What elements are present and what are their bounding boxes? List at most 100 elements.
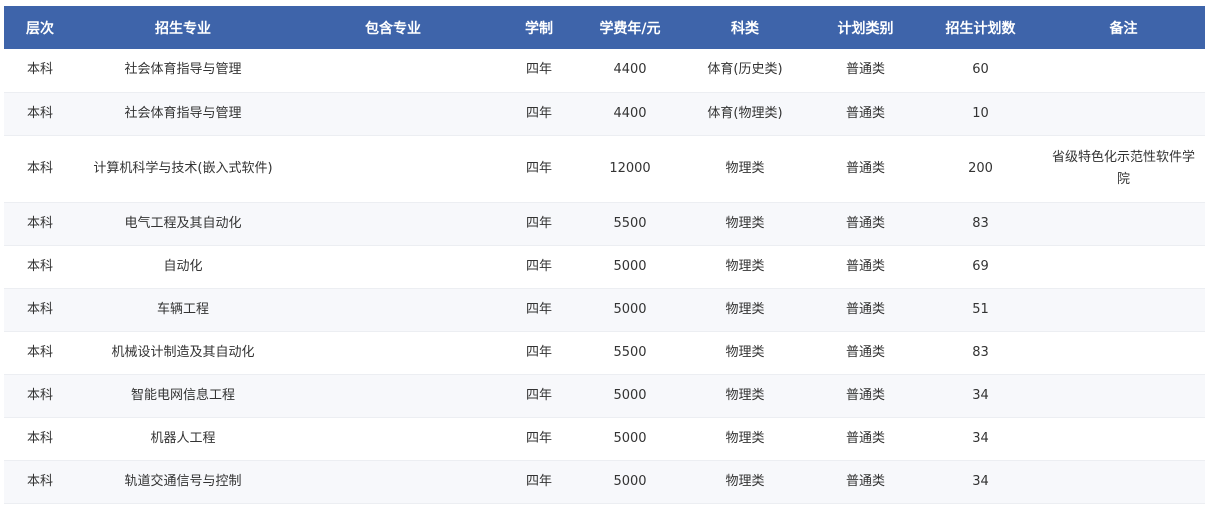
header-plan-count: 招生计划数: [919, 6, 1042, 49]
table-row: 本科 电气工程及其自动化 四年 5500 物理类 普通类 83: [4, 202, 1205, 246]
cell-level: 本科: [4, 92, 76, 136]
cell-note: 省级特色化示范性软件学院: [1042, 135, 1205, 203]
cell-category: 物理类: [678, 374, 812, 418]
cell-major: 计算机科学与技术(嵌入式软件): [76, 135, 290, 203]
header-major: 招生专业: [76, 6, 290, 49]
cell-included: [290, 331, 496, 375]
cell-plan-type: 普通类: [812, 49, 919, 93]
cell-level: 本科: [4, 374, 76, 418]
table-header-row: 层次 招生专业 包含专业 学制 学费年/元 科类 计划类别 招生计划数 备注: [4, 6, 1205, 49]
header-plan-type: 计划类别: [812, 6, 919, 49]
cell-note: [1042, 374, 1205, 418]
cell-duration: 四年: [496, 460, 582, 504]
cell-included: [290, 92, 496, 136]
cell-plan-type: 普通类: [812, 460, 919, 504]
cell-category: 物理类: [678, 245, 812, 289]
cell-plan-count: 51: [919, 288, 1042, 332]
cell-major: 机器人工程: [76, 417, 290, 461]
table-row: 本科 机械设计制造及其自动化 四年 5500 物理类 普通类 83: [4, 331, 1205, 375]
header-tuition: 学费年/元: [582, 6, 678, 49]
cell-note: [1042, 460, 1205, 504]
cell-fee: 4400: [582, 92, 678, 136]
table-row: 本科 机器人工程 四年 5000 物理类 普通类 34: [4, 417, 1205, 461]
cell-category: 物理类: [678, 288, 812, 332]
cell-plan-type: 普通类: [812, 417, 919, 461]
header-level: 层次: [4, 6, 76, 49]
cell-level: 本科: [4, 460, 76, 504]
cell-duration: 四年: [496, 417, 582, 461]
cell-plan-count: 34: [919, 460, 1042, 504]
cell-plan-type: 普通类: [812, 135, 919, 203]
table-row: 本科 自动化 四年 5000 物理类 普通类 69: [4, 245, 1205, 289]
cell-major: 自动化: [76, 245, 290, 289]
cell-fee: 5500: [582, 331, 678, 375]
cell-duration: 四年: [496, 49, 582, 93]
cell-duration: 四年: [496, 245, 582, 289]
cell-plan-type: 普通类: [812, 245, 919, 289]
header-note: 备注: [1042, 6, 1205, 49]
cell-fee: 5000: [582, 460, 678, 504]
cell-plan-type: 普通类: [812, 331, 919, 375]
cell-major: 智能电网信息工程: [76, 374, 290, 418]
cell-level: 本科: [4, 245, 76, 289]
cell-duration: 四年: [496, 374, 582, 418]
cell-included: [290, 245, 496, 289]
cell-note: [1042, 245, 1205, 289]
cell-category: 物理类: [678, 202, 812, 246]
cell-duration: 四年: [496, 331, 582, 375]
cell-duration: 四年: [496, 288, 582, 332]
cell-plan-count: 200: [919, 135, 1042, 203]
header-duration: 学制: [496, 6, 582, 49]
cell-plan-count: 83: [919, 202, 1042, 246]
cell-level: 本科: [4, 288, 76, 332]
cell-fee: 5000: [582, 245, 678, 289]
cell-duration: 四年: [496, 92, 582, 136]
cell-major: 电气工程及其自动化: [76, 202, 290, 246]
cell-level: 本科: [4, 417, 76, 461]
table-row: 本科 轨道交通信号与控制 四年 5000 物理类 普通类 34: [4, 460, 1205, 504]
cell-level: 本科: [4, 49, 76, 93]
cell-plan-count: 69: [919, 245, 1042, 289]
cell-level: 本科: [4, 331, 76, 375]
header-category: 科类: [678, 6, 812, 49]
admission-plan-table-container: 层次 招生专业 包含专业 学制 学费年/元 科类 计划类别 招生计划数 备注 本…: [4, 6, 1205, 504]
cell-plan-type: 普通类: [812, 92, 919, 136]
header-included-majors: 包含专业: [290, 6, 496, 49]
cell-plan-count: 34: [919, 374, 1042, 418]
cell-included: [290, 288, 496, 332]
cell-major: 机械设计制造及其自动化: [76, 331, 290, 375]
cell-note: [1042, 331, 1205, 375]
cell-fee: 5000: [582, 374, 678, 418]
cell-plan-count: 34: [919, 417, 1042, 461]
cell-note: [1042, 202, 1205, 246]
cell-note: [1042, 92, 1205, 136]
cell-included: [290, 460, 496, 504]
cell-duration: 四年: [496, 202, 582, 246]
table-row: 本科 计算机科学与技术(嵌入式软件) 四年 12000 物理类 普通类 200 …: [4, 135, 1205, 203]
cell-note: [1042, 417, 1205, 461]
cell-level: 本科: [4, 135, 76, 203]
cell-included: [290, 202, 496, 246]
cell-category: 体育(历史类): [678, 49, 812, 93]
cell-fee: 5000: [582, 288, 678, 332]
cell-plan-count: 60: [919, 49, 1042, 93]
table-row: 本科 社会体育指导与管理 四年 4400 体育(物理类) 普通类 10: [4, 92, 1205, 136]
cell-major: 社会体育指导与管理: [76, 92, 290, 136]
cell-major: 车辆工程: [76, 288, 290, 332]
cell-category: 物理类: [678, 331, 812, 375]
cell-level: 本科: [4, 202, 76, 246]
cell-plan-count: 83: [919, 331, 1042, 375]
admission-plan-table: 层次 招生专业 包含专业 学制 学费年/元 科类 计划类别 招生计划数 备注 本…: [4, 6, 1205, 504]
cell-category: 物理类: [678, 417, 812, 461]
cell-included: [290, 374, 496, 418]
cell-duration: 四年: [496, 135, 582, 203]
cell-category: 物理类: [678, 460, 812, 504]
cell-fee: 12000: [582, 135, 678, 203]
table-row: 本科 社会体育指导与管理 四年 4400 体育(历史类) 普通类 60: [4, 49, 1205, 93]
cell-included: [290, 49, 496, 93]
cell-note: [1042, 288, 1205, 332]
cell-plan-type: 普通类: [812, 202, 919, 246]
cell-category: 物理类: [678, 135, 812, 203]
cell-note: [1042, 49, 1205, 93]
cell-plan-count: 10: [919, 92, 1042, 136]
